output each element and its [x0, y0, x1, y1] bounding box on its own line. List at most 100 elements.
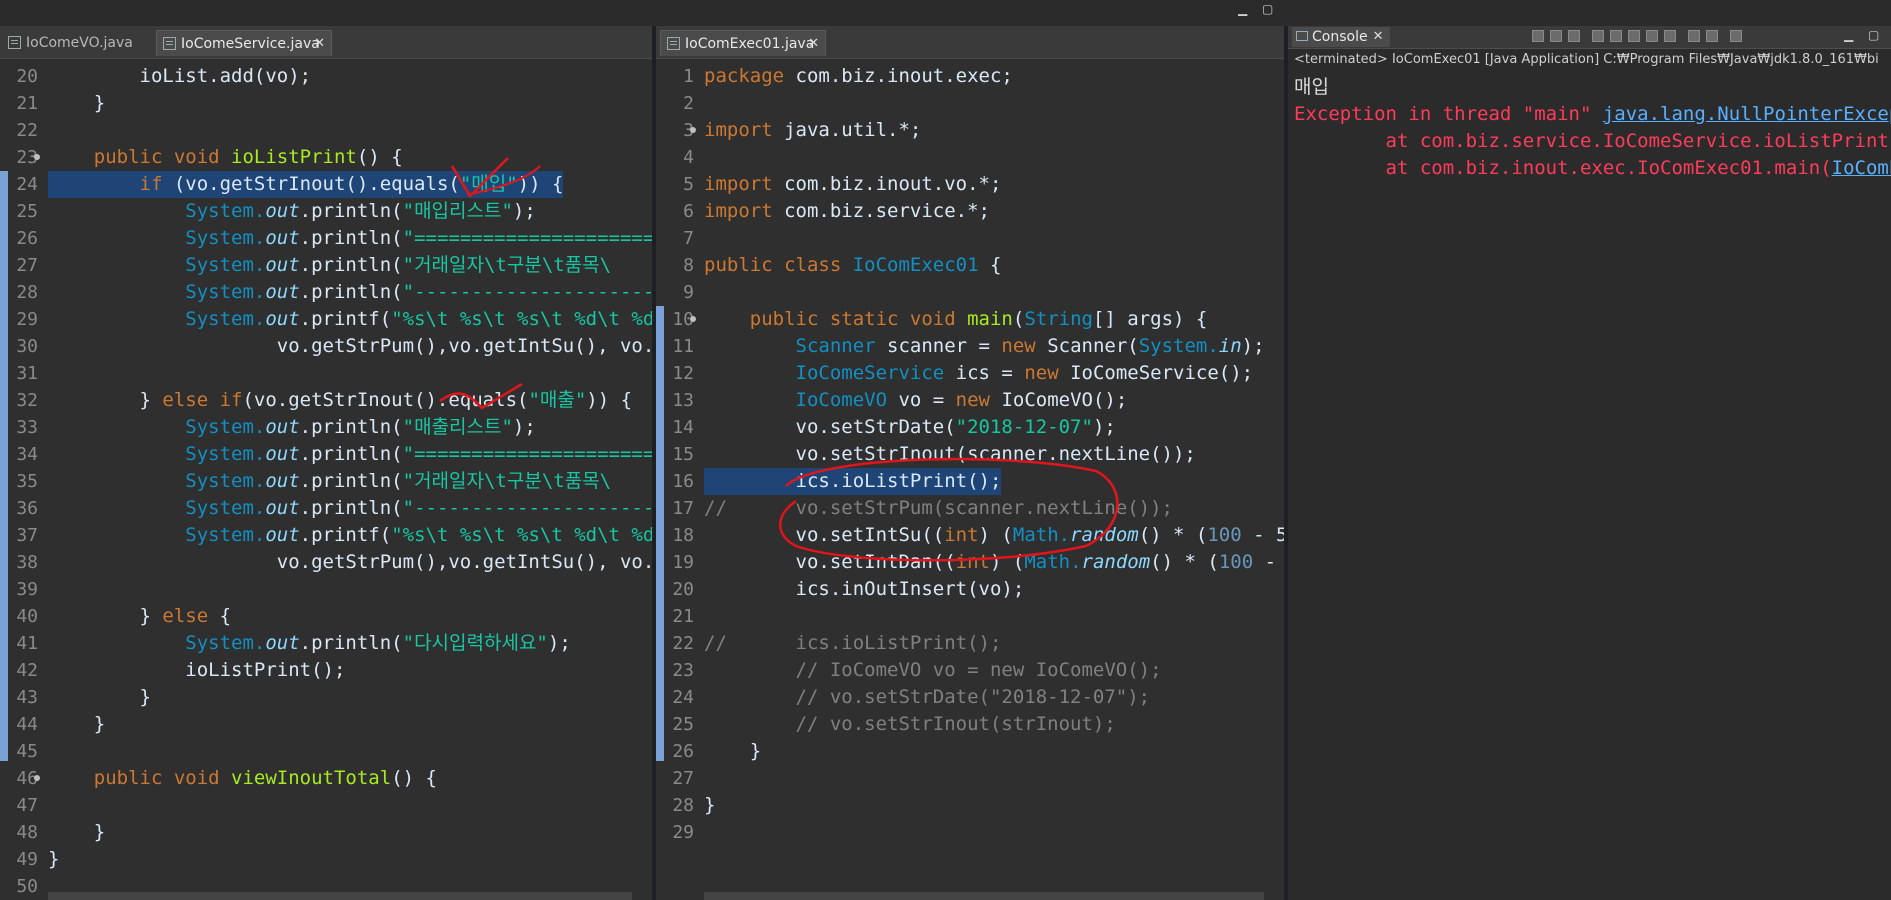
fold-marker-icon[interactable]	[690, 127, 696, 133]
code-line[interactable]: 14 vo.setStrDate("2018-12-07");	[656, 414, 1284, 441]
code-line[interactable]: 43 }	[0, 684, 652, 711]
code-line[interactable]: 27 System.out.println("거래일자\t구분\t품목\	[0, 252, 652, 279]
code-line[interactable]: 21	[656, 603, 1284, 630]
open-console-icon[interactable]	[1730, 30, 1742, 42]
code-line[interactable]: 41 System.out.println("다시입력하세요");	[0, 630, 652, 657]
code-line[interactable]: 32 } else if(vo.getStrInout().equals("매출…	[0, 387, 652, 414]
code-line[interactable]: 8 public class IoComExec01 {	[656, 252, 1284, 279]
show-on-error-icon[interactable]	[1664, 30, 1676, 42]
code-line[interactable]: 15 vo.setStrInout(scanner.nextLine());	[656, 441, 1284, 468]
clear-console-icon[interactable]	[1592, 30, 1604, 42]
code-line[interactable]: 38 vo.getStrPum(),vo.getIntSu(), vo.g	[0, 549, 652, 576]
code-line[interactable]: 46 public void viewInoutTotal() {	[0, 765, 652, 792]
code-line[interactable]: 9	[656, 279, 1284, 306]
code-line[interactable]: 31	[0, 360, 652, 387]
code-line[interactable]: 29	[656, 819, 1284, 846]
fold-marker-icon[interactable]	[34, 775, 40, 781]
maximize-icon[interactable]: ▢	[1868, 28, 1879, 42]
code-line[interactable]: 24 if (vo.getStrInout().equals("매입")) {	[0, 171, 652, 198]
code-line[interactable]: 49}	[0, 846, 652, 873]
maximize-icon[interactable]: ▢	[1262, 2, 1273, 16]
code-line[interactable]: 20 ioList.add(vo);	[0, 63, 652, 90]
code-line[interactable]: 23 public void ioListPrint() {	[0, 144, 652, 171]
code-token: "매입리스트"	[402, 200, 513, 222]
tab-iocomexec01[interactable]: IoComExec01.java ✕	[660, 30, 826, 56]
display-console-icon[interactable]	[1706, 30, 1718, 42]
fold-marker-icon[interactable]	[34, 154, 40, 160]
tab-iocomeservice[interactable]: IoComeService.java ✕	[156, 30, 332, 56]
console-output[interactable]: 매입 Exception in thread "main" java.lang.N…	[1294, 74, 1891, 182]
code-token: new	[1024, 362, 1071, 384]
code-line[interactable]: 28}	[656, 792, 1284, 819]
stacktrace-link[interactable]: IoComEx	[1832, 157, 1891, 179]
code-line[interactable]: 47	[0, 792, 652, 819]
code-line[interactable]: 26 }	[656, 738, 1284, 765]
code-line[interactable]: 48 }	[0, 819, 652, 846]
remove-all-icon[interactable]	[1568, 30, 1580, 42]
code-line[interactable]: 34 System.out.println("=================…	[0, 441, 652, 468]
line-number: 38	[16, 552, 38, 573]
tab-console[interactable]: Console ✕	[1292, 27, 1390, 47]
horizontal-scrollbar[interactable]	[48, 892, 632, 900]
minimize-icon[interactable]: ▁	[1238, 2, 1247, 16]
terminate-icon[interactable]	[1532, 30, 1544, 42]
code-line[interactable]: 2	[656, 90, 1284, 117]
code-editor[interactable]: 1 package com.biz.inout.exec; 2 3 import jav…	[656, 59, 1284, 900]
code-line[interactable]: 16 ics.ioListPrint();	[656, 468, 1284, 495]
code-line[interactable]: 29 System.out.printf("%s\t %s\t %s\t %d\…	[0, 306, 652, 333]
code-line[interactable]: 37 System.out.printf("%s\t %s\t %s\t %d\…	[0, 522, 652, 549]
close-icon[interactable]: ✕	[314, 31, 325, 57]
code-line[interactable]: 21 }	[0, 90, 652, 117]
remove-launch-icon[interactable]	[1550, 30, 1562, 42]
tab-iocomevo[interactable]: IoComeVO.java	[2, 30, 152, 56]
show-on-output-icon[interactable]	[1646, 30, 1658, 42]
code-line[interactable]: 22	[0, 117, 652, 144]
code-line[interactable]: 39	[0, 576, 652, 603]
code-line[interactable]: 45	[0, 738, 652, 765]
code-line[interactable]: 12 IoComeService ics = new IoComeService…	[656, 360, 1284, 387]
code-line[interactable]: 30 vo.getStrPum(),vo.getIntSu(), vo.g	[0, 333, 652, 360]
minimize-icon[interactable]: ▁	[1844, 28, 1853, 42]
code-line[interactable]: 18 vo.setIntSu((int) (Math.random() * (1…	[656, 522, 1284, 549]
horizontal-scrollbar[interactable]	[704, 892, 1264, 900]
fold-marker-icon[interactable]	[690, 316, 696, 322]
code-line[interactable]: 35 System.out.println("거래일자\t구분\t품목\	[0, 468, 652, 495]
code-token: System.	[48, 524, 266, 546]
code-line[interactable]: 33 System.out.println("매출리스트");	[0, 414, 652, 441]
code-text: // vo.setStrDate("2018-12-07");	[704, 684, 1151, 711]
code-line[interactable]: 25 // vo.setStrInout(strInout);	[656, 711, 1284, 738]
stacktrace-link[interactable]: java.lang.NullPointerExcept	[1603, 103, 1891, 125]
code-line[interactable]: 19 vo.setIntDan((int) (Math.random() * (…	[656, 549, 1284, 576]
code-token: "거래일자\t구분\t품목\	[402, 470, 612, 492]
code-line[interactable]: 26 System.out.println("=================…	[0, 225, 652, 252]
code-line[interactable]: 40 } else {	[0, 603, 652, 630]
code-line[interactable]: 3 import java.util.*;	[656, 117, 1284, 144]
word-wrap-icon[interactable]	[1628, 30, 1640, 42]
close-icon[interactable]: ✕	[1373, 27, 1384, 47]
code-line[interactable]: 25 System.out.println("매입리스트");	[0, 198, 652, 225]
code-line[interactable]: 6 import com.biz.service.*;	[656, 198, 1284, 225]
code-line[interactable]: 22 // ics.ioListPrint();	[656, 630, 1284, 657]
code-line[interactable]: 10 public static void main(String[] args…	[656, 306, 1284, 333]
code-line[interactable]: 17 // vo.setStrPum(scanner.nextLine());	[656, 495, 1284, 522]
scroll-lock-icon[interactable]	[1610, 30, 1622, 42]
code-line[interactable]: 13 IoComeVO vo = new IoComeVO();	[656, 387, 1284, 414]
code-line[interactable]: 1 package com.biz.inout.exec;	[656, 63, 1284, 90]
code-line[interactable]: 23 // IoComeVO vo = new IoComeVO();	[656, 657, 1284, 684]
pin-console-icon[interactable]	[1688, 30, 1700, 42]
code-line[interactable]: 7	[656, 225, 1284, 252]
code-line[interactable]: 27	[656, 765, 1284, 792]
code-line[interactable]: 42 ioListPrint();	[0, 657, 652, 684]
code-line[interactable]: 24 // vo.setStrDate("2018-12-07");	[656, 684, 1284, 711]
code-line[interactable]: 44 }	[0, 711, 652, 738]
code-line[interactable]: 28 System.out.println("-----------------…	[0, 279, 652, 306]
code-lines: 1 package com.biz.inout.exec; 2 3 import jav…	[656, 63, 1284, 846]
code-editor[interactable]: 20 ioList.add(vo); 21 } 22 23 public void i…	[0, 59, 652, 900]
code-line[interactable]: 5 import com.biz.inout.vo.*;	[656, 171, 1284, 198]
code-line[interactable]: 20 ics.inOutInsert(vo);	[656, 576, 1284, 603]
code-line[interactable]: 11 Scanner scanner = new Scanner(System.…	[656, 333, 1284, 360]
code-line[interactable]: 36 System.out.println("-----------------…	[0, 495, 652, 522]
code-line[interactable]: 4	[656, 144, 1284, 171]
close-icon[interactable]: ✕	[808, 31, 819, 57]
line-number: 50	[16, 876, 38, 897]
